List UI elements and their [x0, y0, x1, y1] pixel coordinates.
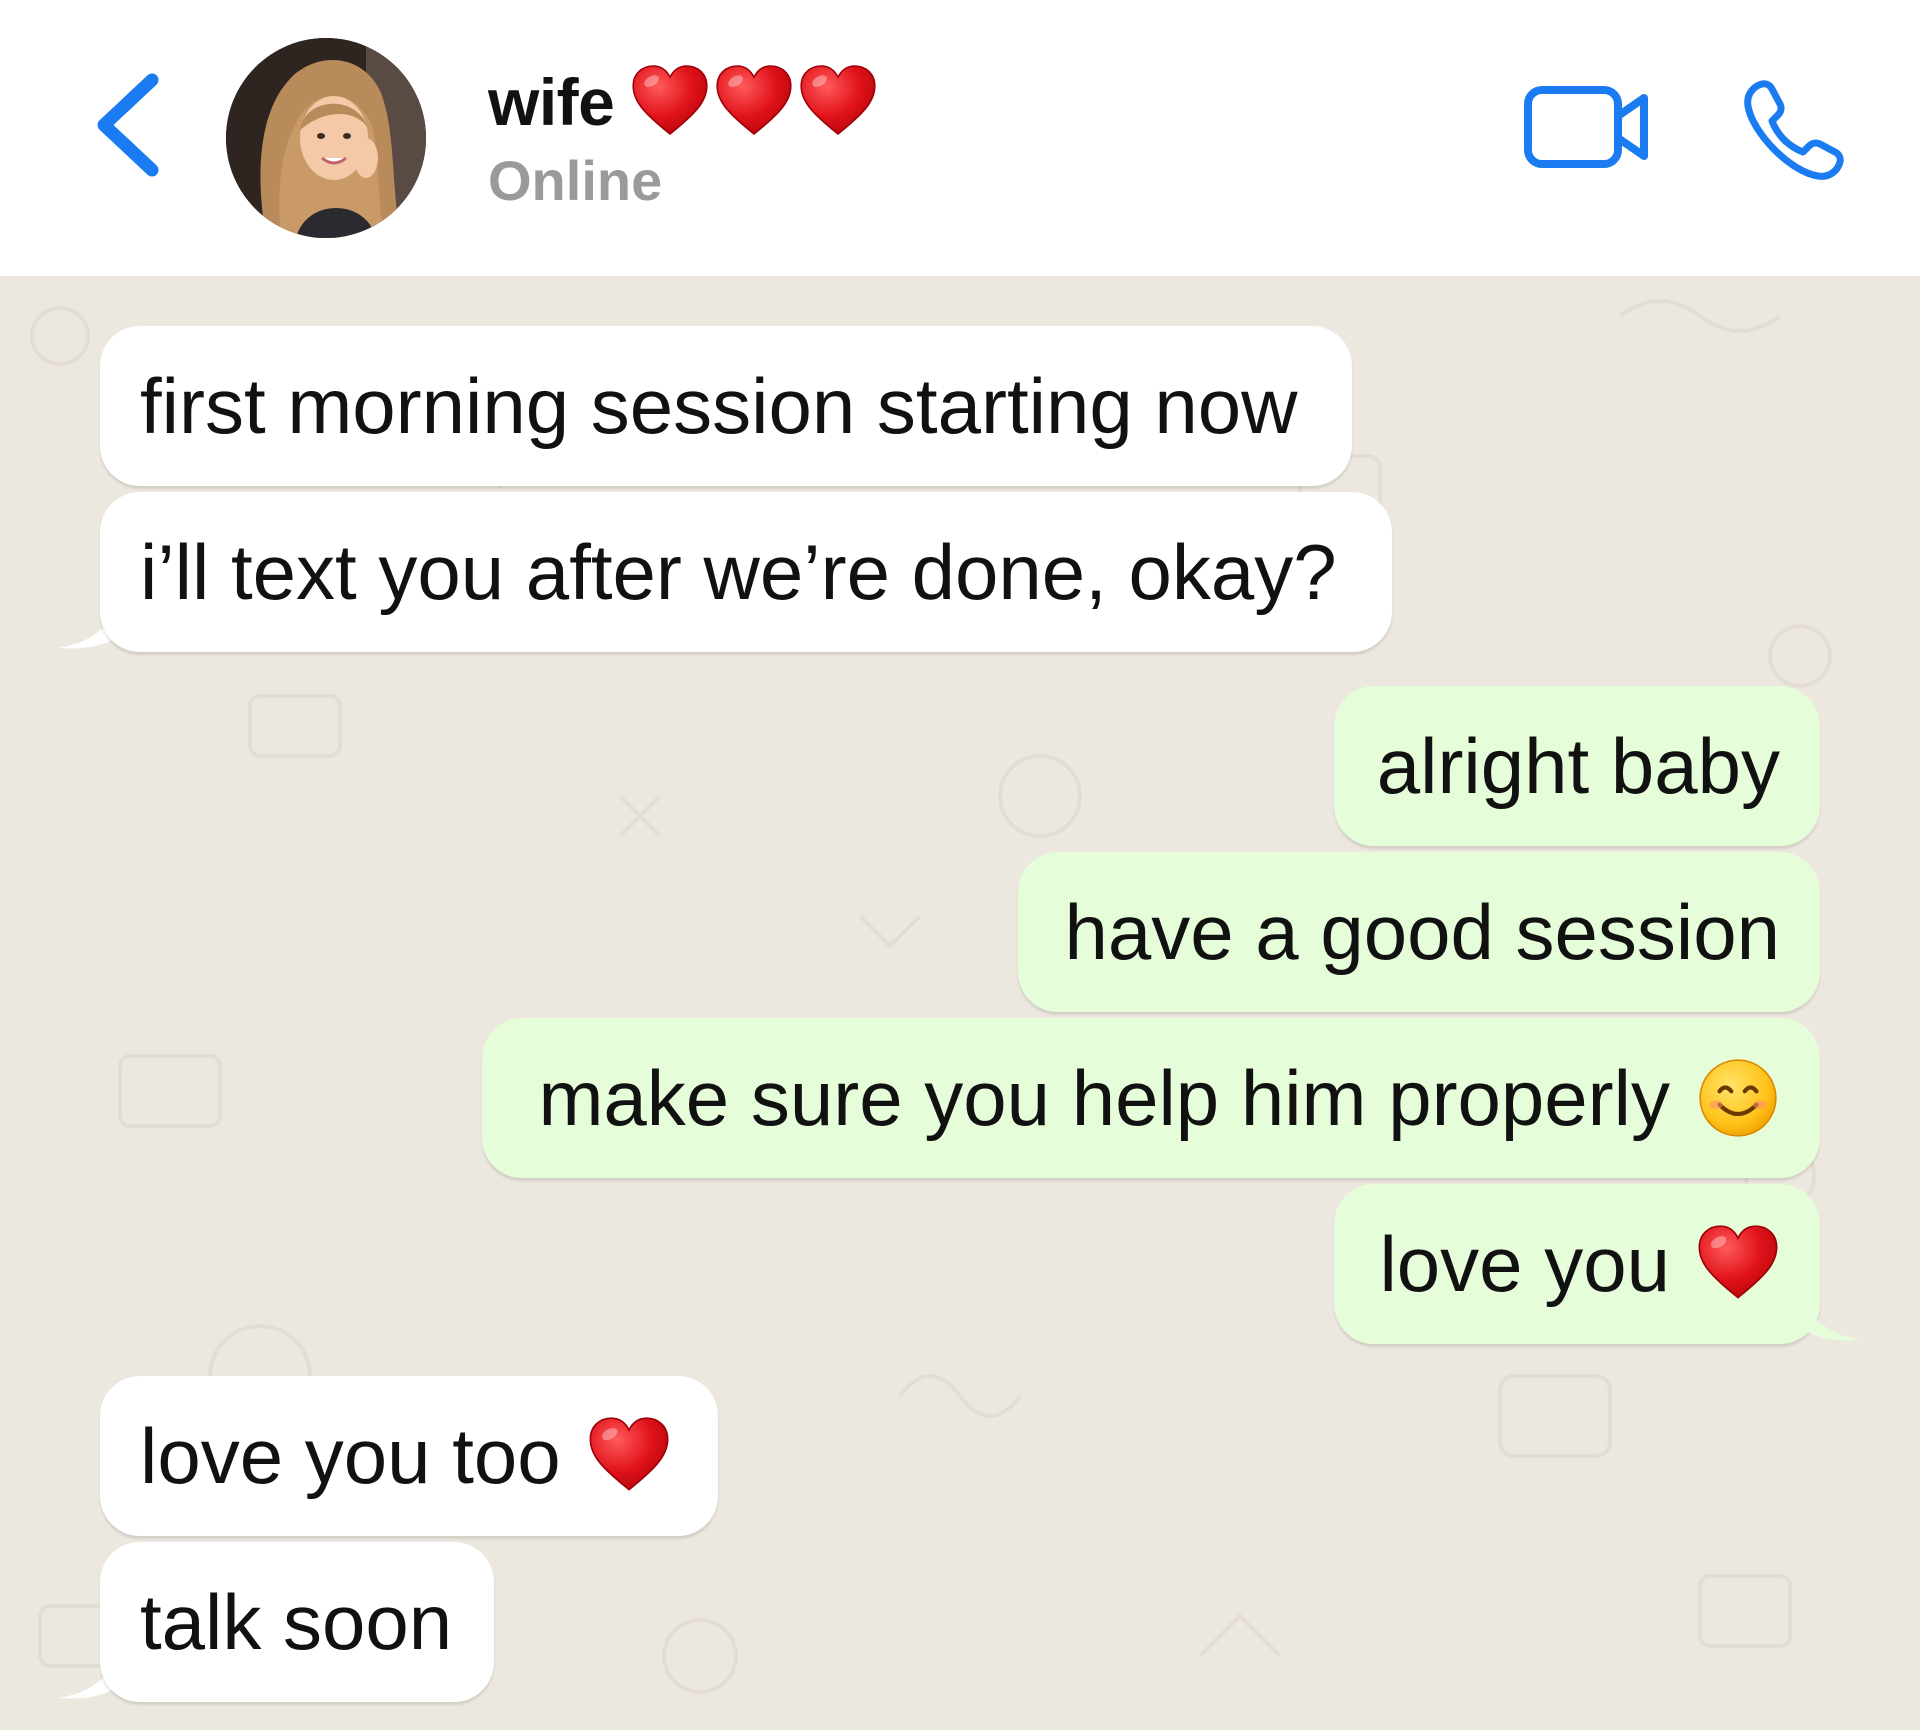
- red-heart-emoji: [587, 1414, 671, 1498]
- chat-header: wife Online: [0, 0, 1920, 276]
- bubble-tail: [1802, 1298, 1862, 1341]
- message-bubble-incoming[interactable]: i’ll text you after we’re done, okay?: [100, 492, 1392, 652]
- red-heart-emoji: [712, 62, 796, 142]
- red-heart-emoji: [1696, 1222, 1780, 1306]
- message-bubble-incoming[interactable]: talk soon: [100, 1542, 494, 1702]
- contact-name: wife: [488, 65, 615, 139]
- phone-icon[interactable]: [1740, 74, 1850, 184]
- message-text: have a good session: [1064, 887, 1780, 976]
- message-text: alright baby: [1376, 721, 1780, 810]
- message-bubble-incoming[interactable]: first morning session starting now: [100, 326, 1352, 486]
- message-text: first morning session starting now: [140, 361, 1298, 450]
- chat-area[interactable]: first morning session starting now i’ll …: [0, 276, 1920, 1730]
- message-bubble-outgoing[interactable]: love you: [1334, 1184, 1820, 1344]
- message-bubble-incoming[interactable]: love you too: [100, 1376, 718, 1536]
- contact-avatar[interactable]: [226, 38, 426, 238]
- video-camera-icon[interactable]: [1522, 82, 1652, 172]
- message-text: make sure you help him properly: [538, 1053, 1670, 1142]
- contact-name-row[interactable]: wife: [488, 62, 880, 142]
- message-bubble-outgoing[interactable]: alright baby: [1334, 686, 1820, 846]
- red-heart-emoji: [628, 62, 712, 142]
- message-text: talk soon: [140, 1577, 453, 1666]
- message-text: i’ll text you after we’re done, okay?: [140, 527, 1337, 616]
- back-chevron-icon[interactable]: [90, 70, 170, 180]
- red-heart-emoji: [796, 62, 880, 142]
- message-text: love you too: [140, 1411, 561, 1500]
- smiling-face-emoji: [1696, 1056, 1780, 1140]
- name-hearts-emoji: [628, 62, 880, 142]
- message-bubble-outgoing[interactable]: have a good session: [1018, 852, 1820, 1012]
- message-bubble-outgoing[interactable]: make sure you help him properly: [482, 1018, 1820, 1178]
- message-text: love you: [1379, 1219, 1670, 1308]
- contact-status: Online: [488, 149, 663, 212]
